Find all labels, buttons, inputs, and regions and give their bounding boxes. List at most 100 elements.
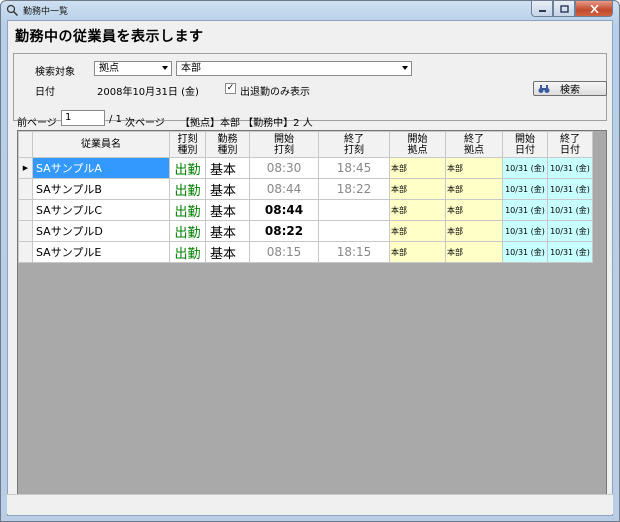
search-button[interactable]: 検索: [533, 81, 607, 96]
prev-page-link[interactable]: 前ページ: [17, 114, 57, 130]
start-base-cell[interactable]: 本部: [389, 178, 446, 200]
end-time-cell[interactable]: [318, 199, 390, 221]
row-header[interactable]: ▶: [18, 157, 33, 179]
punch-kind-cell[interactable]: 出勤: [169, 157, 206, 179]
page-title: 勤務中の従業員を表示します: [15, 29, 204, 45]
target-type-value: 拠点: [99, 63, 119, 74]
grid-table: 従業員名 打刻 種別 勤務 種別 開始 打刻 終了 打刻 開始 拠点 終了 拠点…: [18, 131, 593, 263]
table-row[interactable]: SAサンプルB 出勤 基本 08:44 18:22 本部 本部 10/31 (金) 10/31 …: [18, 178, 593, 200]
date-label: 日付: [35, 87, 55, 98]
column-header[interactable]: 従業員名: [32, 131, 170, 158]
employee-name-cell[interactable]: SAサンプルD: [32, 220, 170, 242]
chevron-down-icon: [402, 66, 408, 70]
search-icon: [6, 4, 19, 17]
window-controls: [531, 1, 613, 18]
end-date-cell[interactable]: 10/31 (金): [547, 241, 593, 263]
employee-name-cell[interactable]: SAサンプルB: [32, 178, 170, 200]
start-time-cell[interactable]: 08:22: [249, 220, 319, 242]
minimize-button[interactable]: [531, 1, 553, 17]
end-time-cell[interactable]: 18:45: [318, 157, 390, 179]
start-date-cell[interactable]: 10/31 (金): [502, 241, 548, 263]
attendance-only-checkbox[interactable]: ✓: [225, 83, 236, 94]
close-button[interactable]: [575, 1, 613, 17]
work-kind-cell[interactable]: 基本: [205, 220, 250, 242]
binoculars-icon: [538, 85, 550, 93]
start-date-cell[interactable]: 10/31 (金): [502, 220, 548, 242]
column-header[interactable]: 終了 打刻: [318, 131, 390, 158]
column-header[interactable]: 開始 拠点: [389, 131, 446, 158]
close-icon: [589, 4, 599, 13]
end-date-cell[interactable]: 10/31 (金): [547, 220, 593, 242]
end-date-cell[interactable]: 10/31 (金): [547, 178, 593, 200]
start-time-cell[interactable]: 08:44: [249, 178, 319, 200]
total-pages: / 1: [109, 114, 122, 125]
row-header[interactable]: [18, 199, 33, 221]
end-date-cell[interactable]: 10/31 (金): [547, 199, 593, 221]
target-label: 検索対象: [35, 67, 75, 78]
start-base-cell[interactable]: 本部: [389, 157, 446, 179]
minimize-icon: [538, 9, 546, 12]
column-header[interactable]: 終了 日付: [547, 131, 593, 158]
target-value-select[interactable]: 本部: [176, 61, 412, 76]
row-header[interactable]: [18, 178, 33, 200]
row-header[interactable]: [18, 220, 33, 242]
end-base-cell[interactable]: 本部: [445, 241, 503, 263]
date-value[interactable]: 2008年10月31日 (金): [97, 83, 199, 98]
start-base-cell[interactable]: 本部: [389, 220, 446, 242]
table-row[interactable]: SAサンプルD 出勤 基本 08:22 本部 本部 10/31 (金) 10/31 (金): [18, 220, 593, 242]
employee-name-cell[interactable]: SAサンプルE: [32, 241, 170, 263]
table-row[interactable]: SAサンプルC 出勤 基本 08:44 本部 本部 10/31 (金) 10/31 (金): [18, 199, 593, 221]
maximize-button[interactable]: [553, 1, 575, 17]
client-area: 勤務中の従業員を表示します 検索対象 拠点 本部 日付 2008年10月31日 …: [7, 20, 613, 516]
end-time-cell[interactable]: 18:22: [318, 178, 390, 200]
column-header[interactable]: 終了 拠点: [445, 131, 503, 158]
start-date-cell[interactable]: 10/31 (金): [502, 157, 548, 179]
grid-body: ▶ SAサンプルA 出勤 基本 08:30 18:45 本部 本部 10/31 (金) 10/31…: [18, 157, 593, 263]
start-time-cell[interactable]: 08:30: [249, 157, 319, 179]
start-base-cell[interactable]: 本部: [389, 199, 446, 221]
column-header[interactable]: 勤務 種別: [205, 131, 250, 158]
table-row[interactable]: SAサンプルE 出勤 基本 08:15 18:15 本部 本部 10/31 (金) 10/31 …: [18, 241, 593, 263]
search-button-label: 検索: [560, 85, 580, 96]
window-title: 勤務中一覧: [23, 7, 69, 17]
check-icon: ✓: [226, 83, 235, 93]
chevron-down-icon: [162, 66, 168, 70]
start-time-cell[interactable]: 08:15: [249, 241, 319, 263]
work-kind-cell[interactable]: 基本: [205, 241, 250, 263]
attendance-only-label: 出退勤のみ表示: [240, 87, 310, 98]
end-time-cell[interactable]: 18:15: [318, 241, 390, 263]
start-base-cell[interactable]: 本部: [389, 241, 446, 263]
employee-name-cell[interactable]: SAサンプルA: [32, 157, 170, 179]
target-type-select[interactable]: 拠点: [94, 61, 172, 76]
end-time-cell[interactable]: [318, 220, 390, 242]
grid-header-row: 従業員名 打刻 種別 勤務 種別 開始 打刻 終了 打刻 開始 拠点 終了 拠点…: [18, 131, 593, 158]
punch-kind-cell[interactable]: 出勤: [169, 241, 206, 263]
start-date-cell[interactable]: 10/31 (金): [502, 178, 548, 200]
table-row[interactable]: ▶ SAサンプルA 出勤 基本 08:30 18:45 本部 本部 10/31 (金) 10/31…: [18, 157, 593, 179]
work-kind-cell[interactable]: 基本: [205, 178, 250, 200]
start-time-cell[interactable]: 08:44: [249, 199, 319, 221]
work-kind-cell[interactable]: 基本: [205, 199, 250, 221]
employee-name-cell[interactable]: SAサンプルC: [32, 199, 170, 221]
punch-kind-cell[interactable]: 出勤: [169, 220, 206, 242]
next-page-link[interactable]: 次ページ: [125, 114, 165, 130]
punch-kind-cell[interactable]: 出勤: [169, 178, 206, 200]
end-base-cell[interactable]: 本部: [445, 178, 503, 200]
page-number-input[interactable]: 1: [61, 110, 105, 126]
punch-kind-cell[interactable]: 出勤: [169, 199, 206, 221]
end-date-cell[interactable]: 10/31 (金): [547, 157, 593, 179]
end-base-cell[interactable]: 本部: [445, 220, 503, 242]
end-base-cell[interactable]: 本部: [445, 199, 503, 221]
row-header[interactable]: [18, 241, 33, 263]
work-kind-cell[interactable]: 基本: [205, 157, 250, 179]
end-base-cell[interactable]: 本部: [445, 157, 503, 179]
start-date-cell[interactable]: 10/31 (金): [502, 199, 548, 221]
column-header[interactable]: 開始 打刻: [249, 131, 319, 158]
employee-grid[interactable]: 従業員名 打刻 種別 勤務 種別 開始 打刻 終了 打刻 開始 拠点 終了 拠点…: [17, 130, 607, 496]
row-header-corner: [18, 131, 33, 158]
column-header[interactable]: 打刻 種別: [169, 131, 206, 158]
status-bar: [7, 494, 613, 514]
title-bar[interactable]: 勤務中一覧: [1, 1, 619, 20]
column-header[interactable]: 開始 日付: [502, 131, 548, 158]
app-window: 勤務中一覧 勤務中の従業員を表示します 検索対象 拠点 本部 日付 2008年1…: [0, 0, 620, 522]
